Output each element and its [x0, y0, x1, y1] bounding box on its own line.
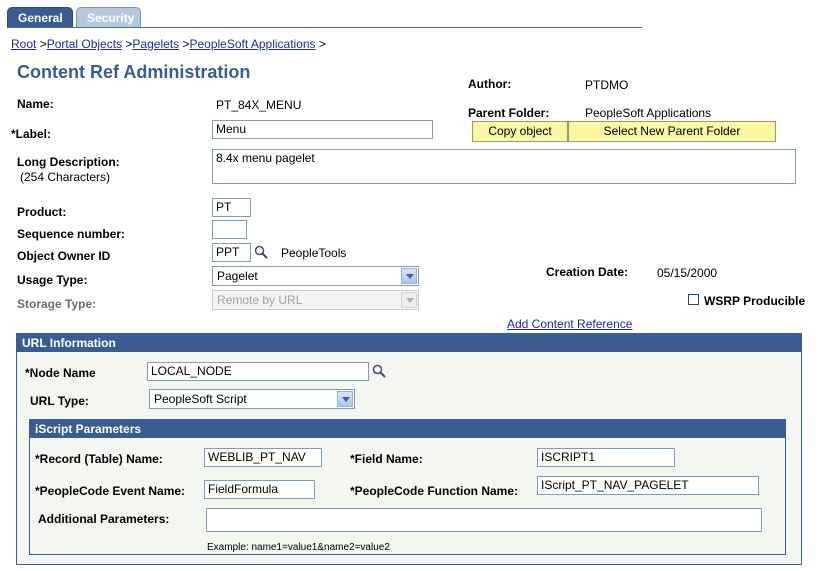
node-name-input[interactable]: LOCAL_NODE [147, 362, 369, 381]
storage-type-label: Storage Type: [17, 297, 97, 311]
additional-parameters-input[interactable] [206, 508, 762, 532]
object-owner-description: PeopleTools [281, 246, 347, 260]
breadcrumb-separator: > [122, 37, 133, 51]
author-value: PTDMO [585, 78, 629, 92]
breadcrumb-root[interactable]: Root [11, 37, 36, 51]
copy-object-button[interactable]: Copy object [472, 121, 568, 142]
tab-general[interactable]: General [7, 7, 73, 28]
record-name-input[interactable]: WEBLIB_PT_NAV [204, 448, 322, 467]
page-title: Content Ref Administration [17, 62, 251, 82]
breadcrumb-portal-objects[interactable]: Portal Objects [47, 37, 122, 51]
search-icon[interactable] [372, 364, 386, 378]
peoplecode-event-input[interactable]: FieldFormula [204, 480, 315, 499]
url-type-label: URL Type: [30, 394, 89, 408]
usage-type-select[interactable]: Pagelet [212, 266, 419, 286]
product-label: Product: [17, 205, 67, 219]
breadcrumb-peoplesoft-applications[interactable]: PeopleSoft Applications [189, 37, 315, 51]
storage-type-value: Remote by URL [217, 293, 303, 307]
node-name-label: *Node Name [25, 366, 96, 380]
storage-type-select: Remote by URL [212, 290, 419, 310]
breadcrumb-pagelets[interactable]: Pagelets [132, 37, 179, 51]
example-hint: Example: name1=value1&name2=value2 [207, 542, 390, 553]
breadcrumb-separator: > [36, 37, 47, 51]
select-new-parent-folder-button[interactable]: Select New Parent Folder [568, 121, 776, 142]
field-name-input[interactable]: ISCRIPT1 [537, 448, 675, 467]
usage-type-value: Pagelet [217, 269, 258, 283]
chevron-down-icon [401, 292, 417, 308]
creation-date-label: Creation Date: [546, 265, 629, 279]
author-label: Author: [468, 77, 512, 91]
parent-folder-label: Parent Folder: [468, 106, 550, 120]
breadcrumb-separator: > [315, 37, 326, 51]
tab-underline [7, 27, 642, 28]
peoplecode-function-input[interactable]: IScript_PT_NAV_PAGELET [537, 476, 759, 495]
product-input[interactable]: PT [212, 198, 251, 217]
breadcrumb: Root >Portal Objects >Pagelets >PeopleSo… [11, 37, 326, 51]
name-value: PT_84X_MENU [216, 98, 302, 112]
creation-date-value: 05/15/2000 [657, 266, 718, 280]
chevron-down-icon[interactable] [337, 391, 353, 407]
url-type-value: PeopleSoft Script [154, 392, 247, 406]
field-name-label: *Field Name: [350, 452, 423, 466]
additional-parameters-label: Additional Parameters: [38, 512, 170, 526]
breadcrumb-separator: > [179, 37, 190, 51]
name-label: Name: [17, 97, 54, 111]
url-type-select[interactable]: PeopleSoft Script [149, 389, 355, 409]
peoplecode-event-label: *PeopleCode Event Name: [35, 484, 186, 498]
sequence-number-input[interactable] [212, 220, 247, 239]
label-field-label: *Label: [11, 127, 52, 141]
object-owner-input[interactable]: PPT [212, 243, 251, 262]
chevron-down-icon[interactable] [401, 268, 417, 284]
url-information-header: URL Information [17, 334, 801, 352]
tab-security[interactable]: Security [76, 7, 141, 28]
long-description-label: Long Description: [17, 155, 120, 169]
add-content-reference-link[interactable]: Add Content Reference [507, 317, 632, 331]
long-description-sublabel: (254 Characters) [20, 170, 111, 184]
peoplecode-function-label: *PeopleCode Function Name: [350, 484, 519, 498]
search-icon[interactable] [254, 245, 268, 259]
label-input[interactable]: Menu [212, 120, 433, 139]
object-owner-label: Object Owner ID [17, 249, 111, 263]
sequence-number-label: Sequence number: [17, 227, 126, 241]
wsrp-producible-checkbox[interactable] [688, 294, 699, 305]
parent-folder-value: PeopleSoft Applications [585, 106, 712, 120]
usage-type-label: Usage Type: [17, 273, 88, 287]
long-description-textarea[interactable]: 8.4x menu pagelet [212, 149, 796, 184]
wsrp-producible-label: WSRP Producible [704, 294, 806, 308]
record-name-label: *Record (Table) Name: [35, 452, 163, 466]
iscript-parameters-header: iScript Parameters [30, 420, 785, 438]
